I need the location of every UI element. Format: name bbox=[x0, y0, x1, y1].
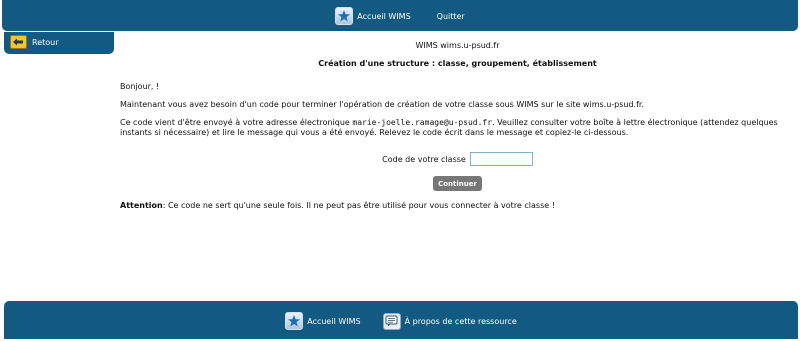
intro-text: Maintenant vous avez besoin d'un code po… bbox=[120, 100, 645, 109]
class-code-input[interactable] bbox=[469, 152, 533, 166]
home-link[interactable]: Accueil WIMS bbox=[335, 7, 411, 25]
page-title: Création d'une structure : classe, group… bbox=[318, 59, 597, 68]
about-resource-label: À propos de cette ressource bbox=[404, 316, 517, 326]
about-resource-icon bbox=[382, 312, 401, 330]
attention-label: Attention bbox=[120, 201, 163, 210]
back-arrow-icon bbox=[10, 35, 27, 49]
code-form-row: Code de votre classe bbox=[115, 152, 800, 166]
about-resource-link[interactable]: À propos de cette ressource bbox=[382, 312, 517, 330]
quit-link-label: Quitter bbox=[436, 11, 465, 21]
footer-bar: Accueil WIMS À propos de cette ressource bbox=[4, 301, 798, 339]
wims-logo-icon bbox=[335, 7, 354, 25]
greeting-text: Bonjour, ! bbox=[120, 82, 160, 91]
sidebar: Retour bbox=[4, 32, 114, 54]
footer-home-label: Accueil WIMS bbox=[307, 316, 361, 326]
footer-nav: Accueil WIMS À propos de cette ressource bbox=[4, 311, 798, 331]
footer-home-link[interactable]: Accueil WIMS bbox=[285, 312, 361, 330]
site-title: WIMS wims.u-psud.fr bbox=[415, 41, 500, 50]
email-address: marie-joelle.ramage@u-psud.fr bbox=[352, 118, 493, 127]
code-sent-prefix: Ce code vient d'être envoyé à votre adre… bbox=[120, 118, 350, 127]
main-content: Bonjour, ! Maintenant vous avez besoin d… bbox=[120, 82, 780, 146]
code-label: Code de votre classe bbox=[382, 154, 466, 164]
attention-note: Attention: Ce code ne sert qu'une seule … bbox=[120, 201, 780, 210]
attention-text: : Ce code ne sert qu'une seule fois. Il … bbox=[162, 201, 555, 210]
submit-row: Continuer bbox=[115, 176, 800, 191]
top-nav: Accueil WIMS Quitter bbox=[2, 5, 798, 27]
wims-logo-icon bbox=[285, 312, 304, 330]
back-button[interactable]: Retour bbox=[10, 35, 59, 49]
continue-button[interactable]: Continuer bbox=[433, 176, 482, 191]
code-sent-paragraph: Ce code vient d'être envoyé à votre adre… bbox=[120, 118, 780, 138]
home-link-label: Accueil WIMS bbox=[357, 11, 411, 21]
quit-link[interactable]: Quitter bbox=[437, 12, 465, 21]
top-navigation-bar: Accueil WIMS Quitter bbox=[2, 0, 798, 31]
back-button-label: Retour bbox=[32, 37, 59, 47]
